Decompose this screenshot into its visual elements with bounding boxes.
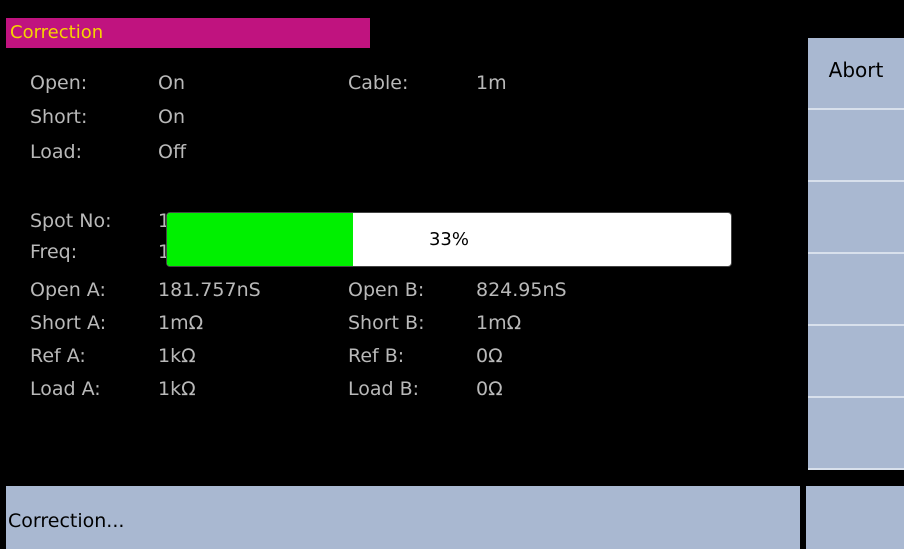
cable-value: 1m [476,72,507,94]
abort-button-label: Abort [828,58,884,82]
spot-no-label: Spot No: [30,210,112,232]
short-b-value: 1mΩ [476,312,522,334]
ref-a-value: 1kΩ [158,345,196,367]
abort-button[interactable]: Abort [808,38,904,110]
open-a-label: Open A: [30,279,106,301]
open-value: On [158,72,185,94]
freq-label: Freq: [30,241,78,263]
open-b-label: Open B: [348,279,425,301]
status-text: Correction... [8,510,125,532]
load-a-label: Load A: [30,378,101,400]
softkey-3[interactable] [808,182,904,254]
cable-label: Cable: [348,72,409,94]
progress-label: 33% [428,229,469,250]
short-a-value: 1mΩ [158,312,204,334]
open-b-value: 824.95nS [476,279,567,301]
status-bar: Correction... [6,486,800,549]
softkey-6[interactable] [808,398,904,470]
short-b-label: Short B: [348,312,425,334]
open-a-value: 181.757nS [158,279,261,301]
panel-title: Correction [6,18,370,48]
load-b-label: Load B: [348,378,420,400]
short-a-label: Short A: [30,312,107,334]
status-bar-right [806,486,904,549]
load-label: Load: [30,141,82,163]
load-a-value: 1kΩ [158,378,196,400]
ref-b-label: Ref B: [348,345,405,367]
load-value: Off [158,141,187,163]
short-value: On [158,106,185,128]
softkey-5[interactable] [808,326,904,398]
ref-a-label: Ref A: [30,345,86,367]
open-label: Open: [30,72,88,94]
softkey-2[interactable] [808,110,904,182]
short-label: Short: [30,106,88,128]
load-b-value: 0Ω [476,378,503,400]
progress-bar: 33% [166,212,732,267]
ref-b-value: 0Ω [476,345,503,367]
softkey-4[interactable] [808,254,904,326]
